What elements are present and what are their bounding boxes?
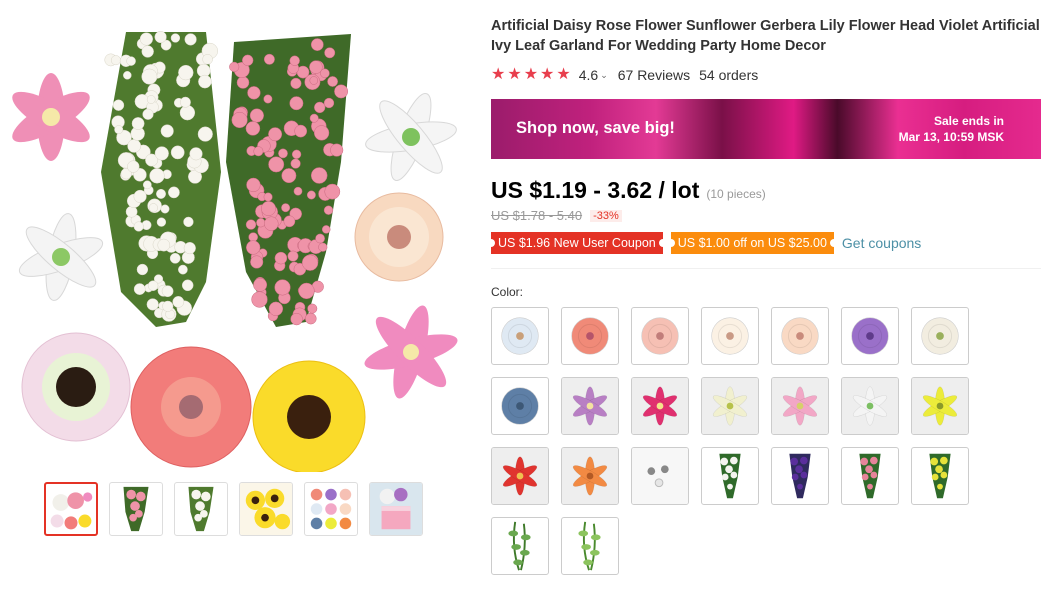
peach-flower-right [354,192,444,282]
main-product-image[interactable] [6,22,466,472]
color-swatch[interactable] [491,307,549,365]
yellow-sunflower [252,360,366,472]
color-swatch[interactable] [701,447,759,505]
color-swatch[interactable] [771,307,829,365]
star-icon: ★ [491,66,506,83]
white-lily-top-right [365,93,457,181]
star-icon: ★ [523,66,539,83]
reviews-link[interactable]: 67 Reviews [618,67,690,83]
lot-pieces: (10 pieces) [706,187,766,201]
sale-ends-label: Sale ends in [933,114,1004,128]
color-swatch[interactable] [771,447,829,505]
thumbnail-6[interactable] [369,482,423,536]
color-swatch[interactable] [561,377,619,435]
color-swatch[interactable] [841,377,899,435]
sale-countdown: Sale ends in Mar 13, 10:59 MSK [899,113,1004,145]
color-swatch[interactable] [491,517,549,575]
color-swatch-grid [491,307,1043,575]
color-swatch[interactable] [911,447,969,505]
color-swatch[interactable] [701,307,759,365]
thumbnail-1[interactable] [44,482,98,536]
star-icon: ★ [540,66,555,83]
pink-hanging-bouquet [226,34,351,327]
orders-count: 54 orders [699,67,759,83]
pink-lily-right [364,305,458,399]
rating-value[interactable]: 4.6 [579,67,598,83]
original-price: US $1.78 - 5.40 [491,208,583,223]
star-icon: ★ [556,66,571,83]
thumbnail-5[interactable] [304,482,358,536]
color-swatch[interactable] [561,307,619,365]
color-swatch[interactable] [631,447,689,505]
color-swatch[interactable] [841,447,899,505]
coral-gerbera [130,346,252,468]
thumbnail-4[interactable] [239,482,293,536]
color-label: Color: [491,285,524,299]
product-details: Artificial Daisy Rose Flower Sunflower G… [487,16,1043,575]
color-swatch[interactable] [491,447,549,505]
pink-lily-top-left [12,73,90,161]
color-swatch[interactable] [491,377,549,435]
chevron-down-icon[interactable]: ⌄ [600,70,608,81]
color-swatch[interactable] [911,307,969,365]
price-row: US $1.19 - 3.62 / lot (10 pieces) [491,177,1043,204]
product-title: Artificial Daisy Rose Flower Sunflower G… [491,18,1040,54]
rating-stars: ★ ★ ★ ★ ★ [491,67,571,83]
color-swatch[interactable] [561,517,619,575]
divider [491,268,1041,269]
star-icon: ★ [507,66,522,83]
pale-gerbera [21,332,131,442]
thumbnail-2[interactable] [109,482,163,536]
rating-row: ★ ★ ★ ★ ★ 4.6 ⌄ 67 Reviews 54 orders [491,65,1043,85]
white-lily-left [18,213,104,301]
color-swatch[interactable] [771,377,829,435]
color-swatch[interactable] [631,377,689,435]
thumbnail-3[interactable] [174,482,228,536]
promo-banner[interactable]: Shop now, save big! Sale ends in Mar 13,… [491,99,1041,159]
color-swatch[interactable] [631,307,689,365]
current-price: US $1.19 - 3.62 / lot [491,177,700,203]
original-price-row: US $1.78 - 5.40 -33% [491,208,1043,223]
discount-badge: -33% [590,209,622,222]
sale-ends-date: Mar 13, 10:59 MSK [898,130,1004,144]
new-user-coupon[interactable]: US $1.96 New User Coupon [487,232,667,254]
banner-headline: Shop now, save big! [516,119,675,137]
color-swatch[interactable] [841,307,899,365]
white-hanging-bouquet [101,30,221,327]
color-swatch[interactable] [911,377,969,435]
get-coupons-link[interactable]: Get coupons [842,235,921,251]
product-photo [12,30,458,472]
color-swatch[interactable] [701,377,759,435]
coupon-row: US $1.96 New User Coupon US $1.00 off on… [487,232,1043,254]
store-coupon[interactable]: US $1.00 off on US $25.00 [666,232,839,254]
color-swatch[interactable] [561,447,619,505]
thumbnail-strip [44,482,423,536]
